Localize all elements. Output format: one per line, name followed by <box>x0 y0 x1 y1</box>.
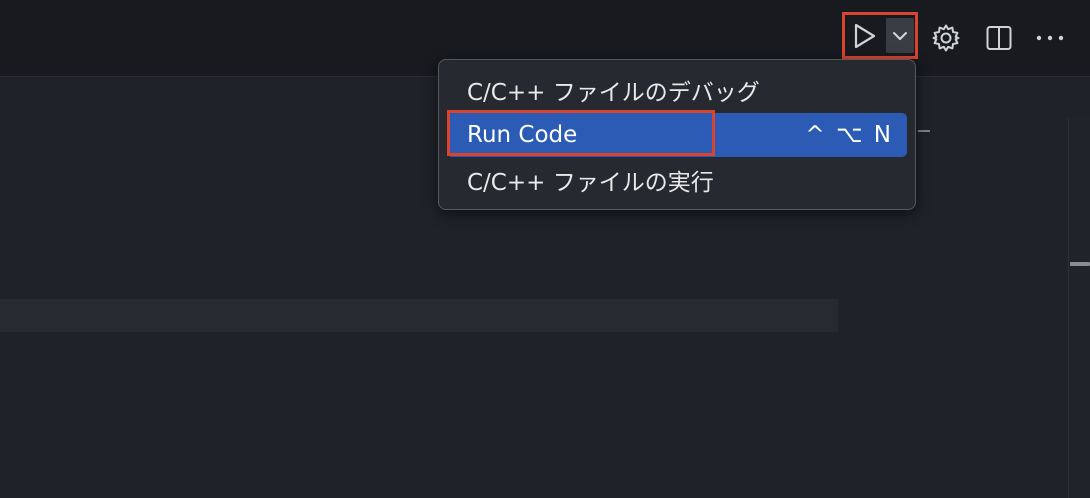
run-dropdown-button[interactable] <box>886 18 914 53</box>
menu-item-label: C/C++ ファイルの実行 <box>467 170 714 196</box>
editor-marker <box>918 130 930 132</box>
menu-item-label: Run Code <box>467 122 578 148</box>
run-button-group <box>842 12 918 59</box>
chevron-down-icon <box>893 31 907 40</box>
vertical-scrollbar[interactable] <box>1068 118 1090 498</box>
scrollbar-thumb[interactable] <box>1070 262 1090 266</box>
more-actions-button[interactable] <box>1030 20 1070 56</box>
menu-item-label: C/C++ ファイルのデバッグ <box>467 80 760 106</box>
run-dropdown-menu: C/C++ ファイルのデバッグ Run Code ^ ⌥ N C/C++ ファイ… <box>438 59 916 210</box>
menu-item-debug-cpp-file[interactable]: C/C++ ファイルのデバッグ <box>447 68 907 112</box>
run-button[interactable] <box>845 16 885 56</box>
ellipsis-icon <box>1036 35 1064 41</box>
play-icon <box>854 23 876 48</box>
gear-icon <box>932 24 960 52</box>
current-line-highlight <box>0 299 838 332</box>
menu-item-shortcut: ^ ⌥ N <box>805 122 893 148</box>
menu-item-run-cpp-file[interactable]: C/C++ ファイルの実行 <box>447 158 907 202</box>
split-editor-icon <box>986 26 1012 50</box>
split-editor-button[interactable] <box>983 20 1015 56</box>
settings-button[interactable] <box>928 20 964 56</box>
menu-item-run-code[interactable]: Run Code ^ ⌥ N <box>447 113 907 157</box>
